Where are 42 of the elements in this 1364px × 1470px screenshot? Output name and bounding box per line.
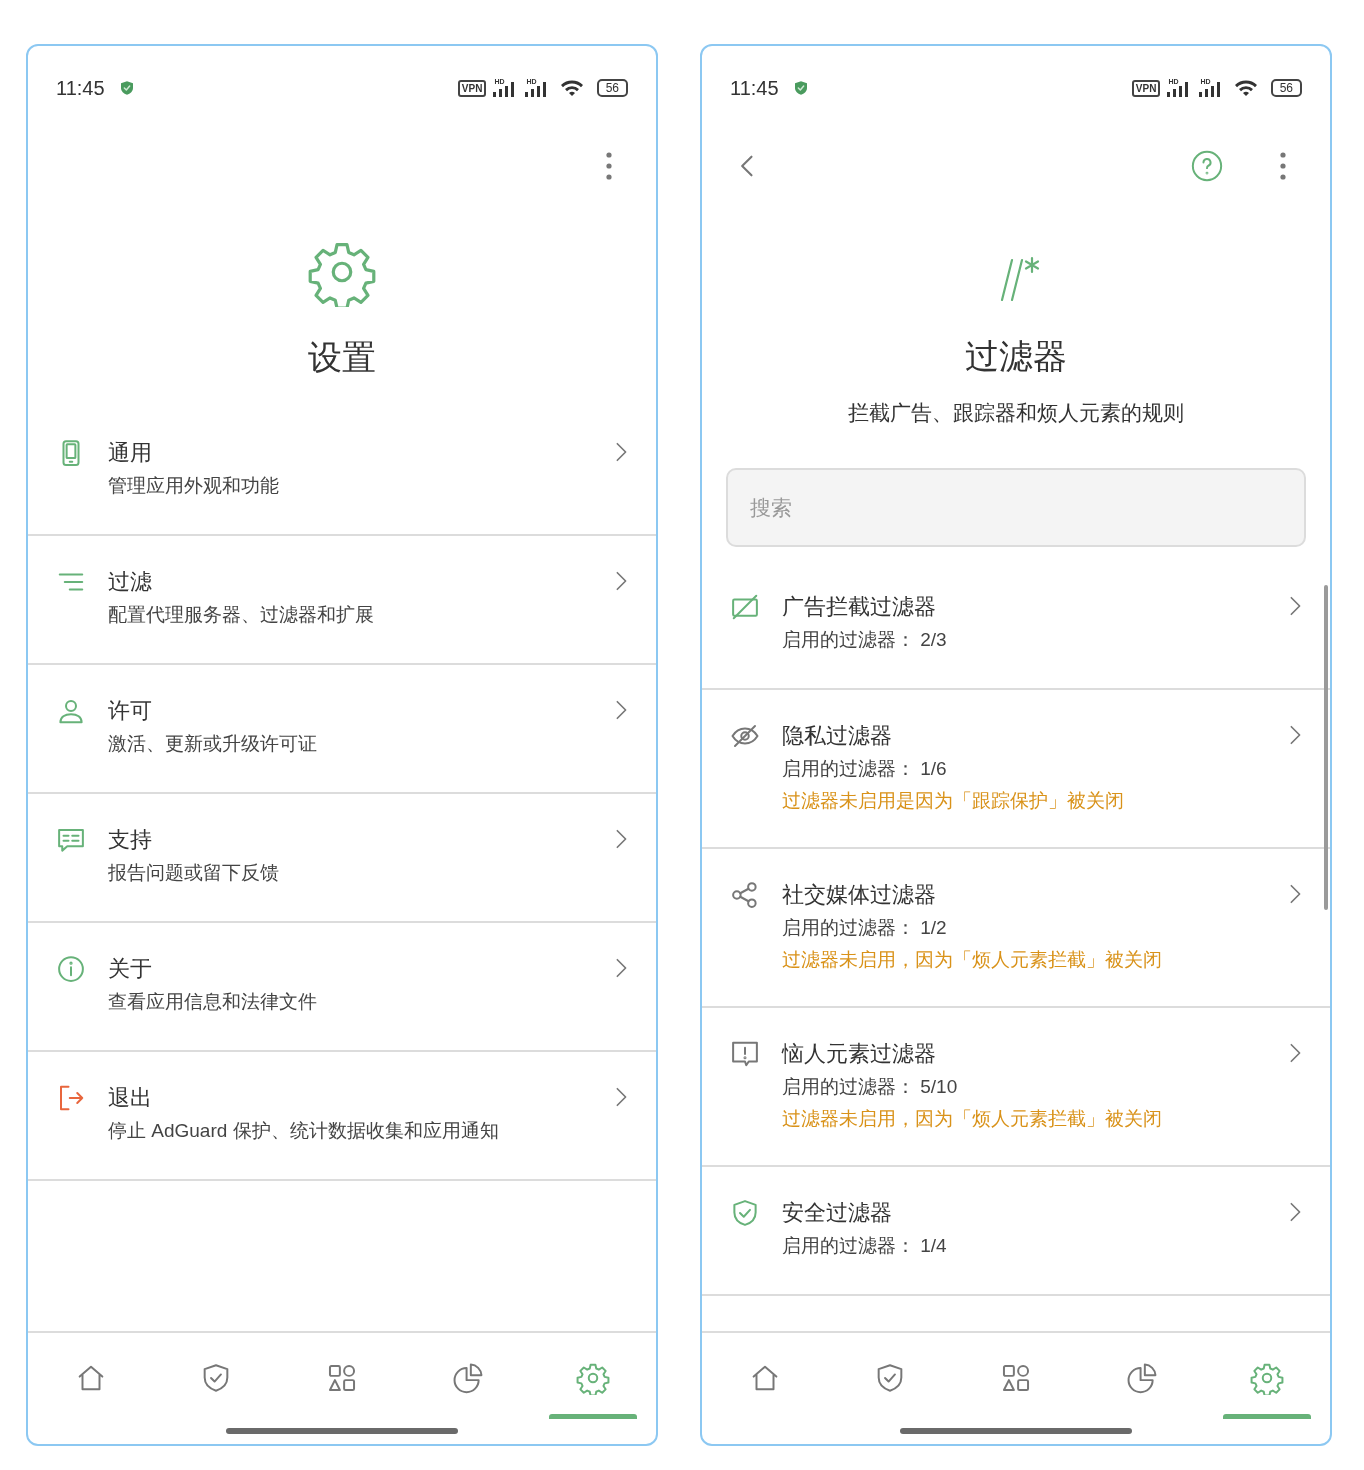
- item-subtitle: 报告问题或留下反馈: [108, 861, 280, 885]
- item-title: 社交媒体过滤器: [782, 881, 937, 909]
- item-title: 支持: [108, 826, 153, 854]
- item-subtitle: 查看应用信息和法律文件: [108, 990, 318, 1014]
- shield-icon: [792, 80, 809, 96]
- shield-icon: [118, 80, 135, 96]
- battery-indicator: 56: [596, 79, 628, 97]
- help-icon: [1190, 149, 1224, 183]
- search-field[interactable]: 搜索: [726, 468, 1306, 547]
- item-subtitle: 启用的过滤器： 1/4: [782, 1234, 948, 1258]
- item-title: 安全过滤器: [782, 1199, 893, 1227]
- item-title: 关于: [108, 955, 153, 983]
- page-title: 过滤器: [965, 336, 1067, 377]
- item-title: 退出: [108, 1084, 153, 1112]
- item-title: 恼人元素过滤器: [782, 1040, 937, 1068]
- item-subtitle: 停止 AdGuard 保护、统计数据收集和应用通知: [108, 1119, 500, 1143]
- item-title: 过滤: [108, 568, 153, 596]
- item-subtitle: 激活、更新或升级许可证: [108, 732, 318, 756]
- item-subtitle: 启用的过滤器： 5/10: [782, 1075, 959, 1099]
- item-title: 许可: [108, 697, 153, 725]
- status-time: 11:45: [56, 76, 105, 101]
- more-icon: [1278, 151, 1288, 181]
- item-title: 广告拦截过滤器: [782, 593, 937, 621]
- page-title: 设置: [308, 337, 376, 378]
- settings-icon: [576, 1361, 611, 1395]
- item-subtitle: 配置代理服务器、过滤器和扩展: [108, 603, 375, 627]
- vpn-indicator: VPN: [457, 79, 487, 97]
- item-subtitle: 启用的过滤器： 1/6: [782, 757, 948, 781]
- warning-text: 过滤器未启用，因为「烦人元素拦截」被关闭: [782, 948, 1163, 972]
- item-title: 隐私过滤器: [782, 722, 893, 750]
- item-subtitle: 启用的过滤器： 1/2: [782, 916, 948, 940]
- item-subtitle: 管理应用外观和功能: [108, 474, 280, 498]
- settings-icon: [1250, 1361, 1285, 1395]
- vpn-indicator: VPN: [1131, 79, 1161, 97]
- battery-indicator: 56: [1270, 79, 1302, 97]
- more-icon: [604, 151, 614, 181]
- warning-text: 过滤器未启用是因为「跟踪保护」被关闭: [782, 789, 1125, 813]
- status-time: 11:45: [730, 76, 779, 101]
- item-subtitle: 启用的过滤器： 2/3: [782, 628, 948, 652]
- page-subtitle: 拦截广告、跟踪器和烦人元素的规则: [848, 400, 1184, 426]
- warning-text: 过滤器未启用，因为「烦人元素拦截」被关闭: [782, 1107, 1163, 1131]
- item-title: 通用: [108, 439, 153, 467]
